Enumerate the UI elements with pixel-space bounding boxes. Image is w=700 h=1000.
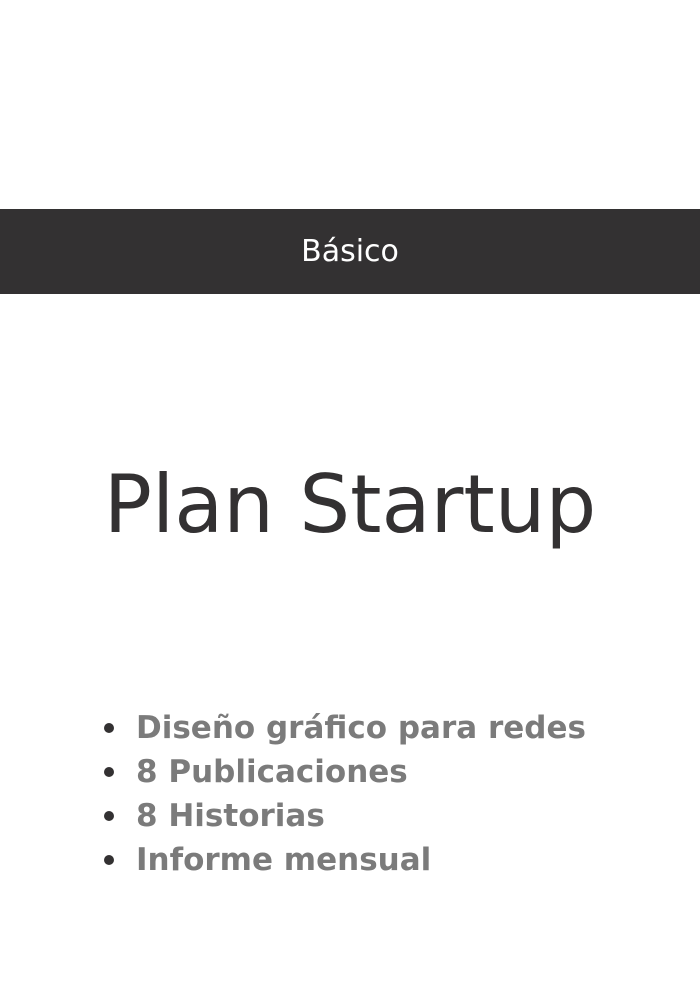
feature-text: 8 Publicaciones <box>136 754 408 790</box>
feature-item: Diseño gráfico para redes <box>104 706 586 750</box>
feature-list: Diseño gráfico para redes 8 Publicacione… <box>104 706 586 882</box>
feature-item: 8 Publicaciones <box>104 750 586 794</box>
feature-text: Diseño gráfico para redes <box>136 710 586 746</box>
plan-title: Plan Startup <box>103 458 597 551</box>
bullet-icon <box>104 723 114 733</box>
feature-item: 8 Historias <box>104 794 586 838</box>
bullet-icon <box>104 855 114 865</box>
feature-text: 8 Historias <box>136 798 325 834</box>
bullet-icon <box>104 811 114 821</box>
bullet-icon <box>104 767 114 777</box>
feature-item: Informe mensual <box>104 838 586 882</box>
pricing-card: Básico Plan Startup Diseño gráfico para … <box>0 0 700 1000</box>
feature-text: Informe mensual <box>136 842 432 878</box>
tier-banner: Básico <box>0 209 700 294</box>
tier-label: Básico <box>301 233 399 269</box>
